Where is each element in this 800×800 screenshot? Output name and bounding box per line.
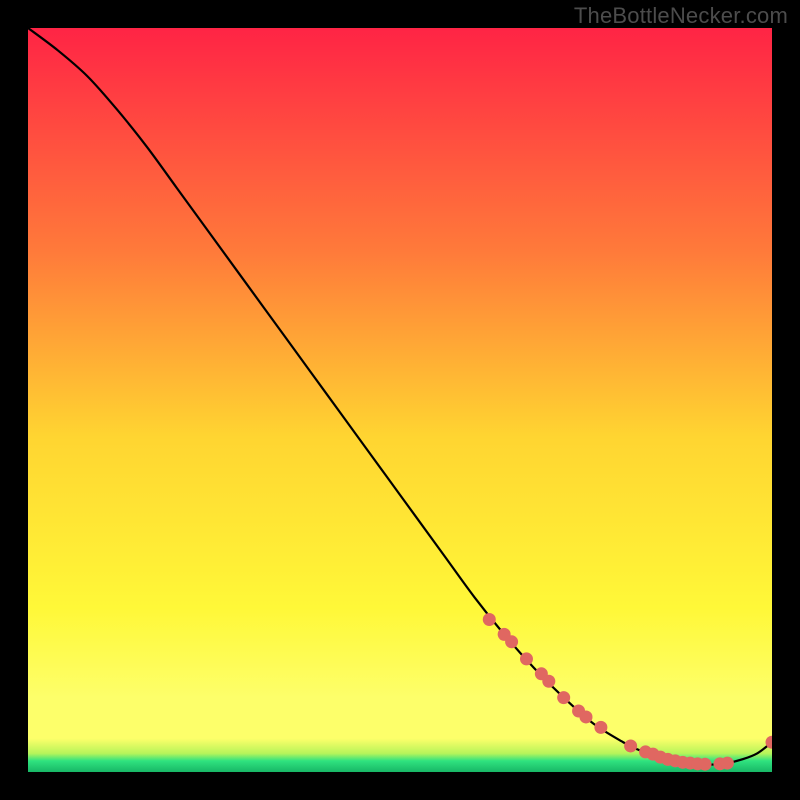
marker-point: [699, 758, 712, 771]
marker-point: [721, 757, 734, 770]
gradient-background: [28, 28, 772, 772]
watermark-text: TheBottleNecker.com: [574, 3, 788, 29]
marker-point: [557, 691, 570, 704]
marker-point: [580, 710, 593, 723]
marker-point: [542, 675, 555, 688]
marker-point: [624, 739, 637, 752]
chart-svg: [28, 28, 772, 772]
chart-container: TheBottleNecker.com: [0, 0, 800, 800]
plot-area: [28, 28, 772, 772]
marker-point: [505, 635, 518, 648]
marker-point: [483, 613, 496, 626]
marker-point: [520, 652, 533, 665]
marker-point: [594, 721, 607, 734]
